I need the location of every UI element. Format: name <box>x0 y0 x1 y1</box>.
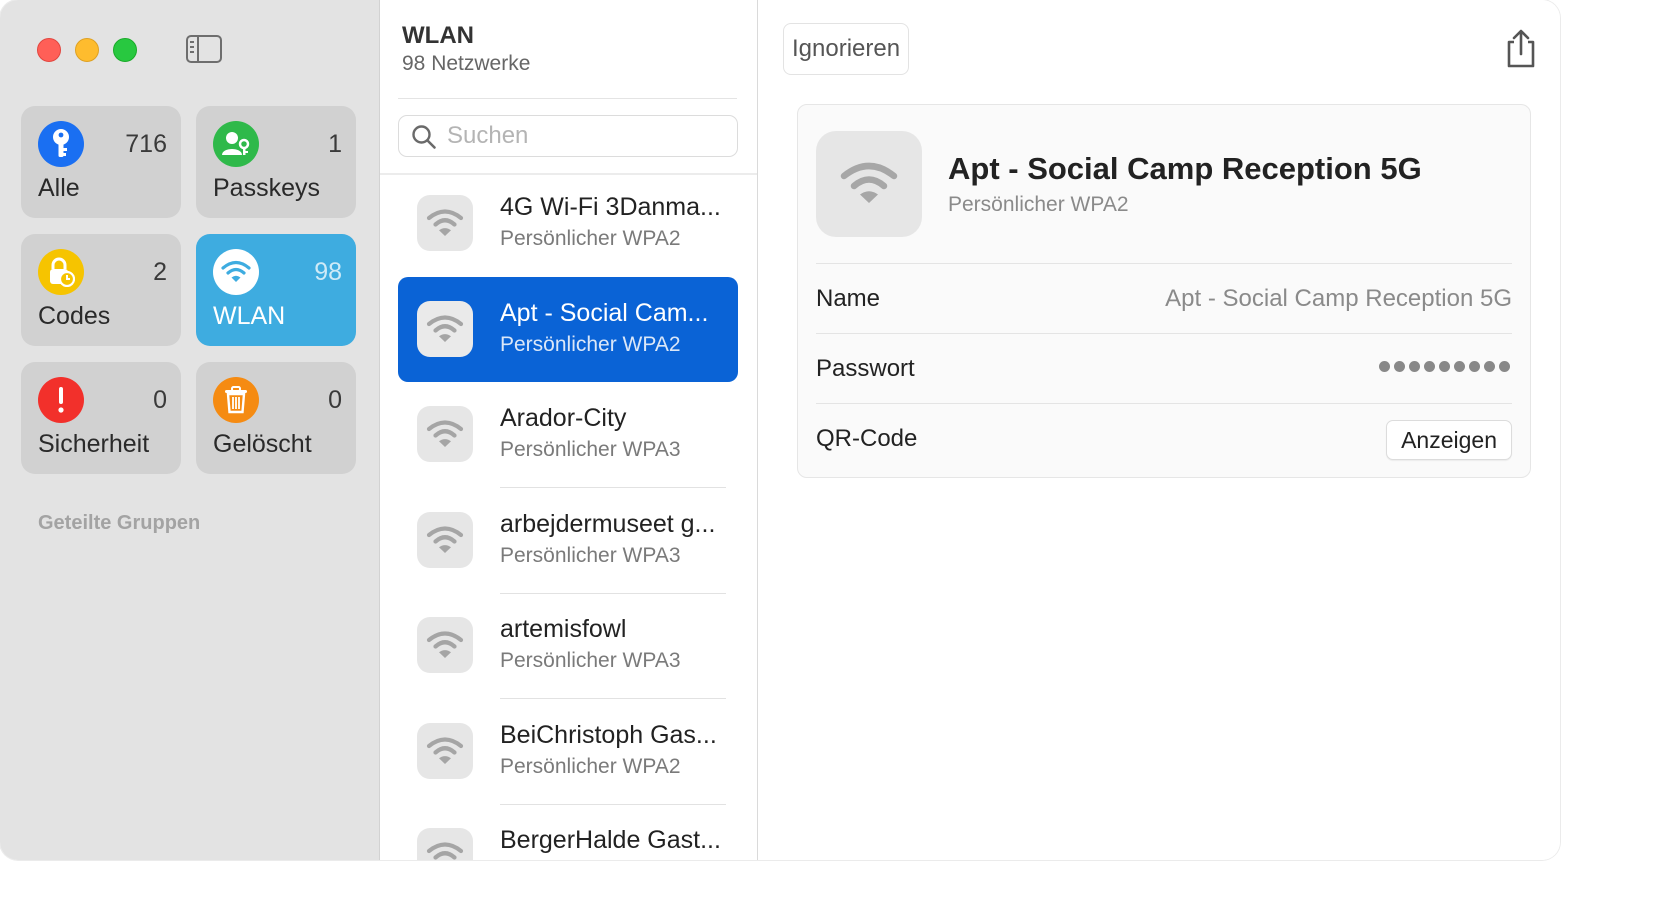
wifi-icon <box>417 617 473 673</box>
password-dot <box>1379 361 1390 372</box>
tile-label: WLAN <box>213 302 286 330</box>
network-security-type: Persönlicher WPA2 <box>500 227 681 250</box>
wifi-icon <box>816 131 922 237</box>
network-name: BergerHalde Gast... <box>500 826 721 854</box>
network-list-item[interactable]: Arador-City Persönlicher WPA3 <box>398 382 738 488</box>
share-icon[interactable] <box>1504 28 1538 68</box>
sidebar-tile-geloescht[interactable]: 0 Gelöscht <box>196 362 356 474</box>
trash-icon <box>213 377 259 423</box>
sidebar: 716 Alle 1 Passkeys 2 Codes 98 WLAN 0 Si… <box>0 0 380 860</box>
password-dot <box>1499 361 1510 372</box>
network-security-type: Persönlicher WPA2 <box>500 332 681 356</box>
name-label: Name <box>816 285 881 312</box>
wifi-icon <box>417 511 473 568</box>
wifi-icon <box>417 722 473 779</box>
search-field[interactable] <box>398 115 738 157</box>
network-name: Arador-City <box>500 404 627 432</box>
network-list-item[interactable]: BeiChristoph Gas... Persönlicher WPA2 <box>398 699 738 805</box>
key-icon <box>38 121 84 167</box>
tile-label: Alle <box>38 174 80 202</box>
password-dot <box>1394 361 1405 372</box>
password-value[interactable] <box>1379 361 1510 372</box>
sidebar-tile-codes[interactable]: 2 Codes <box>21 234 181 346</box>
tile-count: 0 <box>153 386 167 414</box>
divider <box>816 333 1512 334</box>
detail-pane: Ignorieren Apt - Social Camp Reception 5… <box>759 0 1560 860</box>
close-window-button[interactable] <box>37 38 61 62</box>
tile-count: 2 <box>153 258 167 286</box>
sidebar-tile-alle[interactable]: 716 Alle <box>21 106 181 218</box>
network-security-type: Persönlicher WPA2 <box>500 754 681 778</box>
shared-groups-heading: Geteilte Gruppen <box>38 512 201 534</box>
list-subtitle: 98 Netzwerke <box>402 52 531 75</box>
divider <box>816 263 1512 264</box>
show-qr-code-button[interactable]: Anzeigen <box>1386 420 1512 460</box>
password-dot <box>1424 361 1435 372</box>
tile-count: 98 <box>314 258 342 286</box>
password-dot <box>1439 361 1450 372</box>
network-name: BeiChristoph Gas... <box>500 720 717 749</box>
minimize-window-button[interactable] <box>75 38 99 62</box>
search-input[interactable] <box>447 121 727 151</box>
tile-label: Gelöscht <box>213 430 312 458</box>
sidebar-tile-wlan[interactable]: 98 WLAN <box>196 234 356 346</box>
password-label: Passwort <box>816 355 915 382</box>
divider <box>398 98 737 99</box>
tile-label: Sicherheit <box>38 430 150 458</box>
password-dot <box>1469 361 1480 372</box>
sidebar-tile-sicherheit[interactable]: 0 Sicherheit <box>21 362 181 474</box>
network-security-type: Persönlicher WPA3 <box>500 649 681 672</box>
wifi-icon <box>417 195 473 251</box>
network-security-type: Persönlicher WPA3 <box>500 438 681 461</box>
tile-count: 1 <box>328 130 342 158</box>
network-list-item[interactable]: arbejdermuseet g... Persönlicher WPA3 <box>398 488 738 594</box>
network-list-item[interactable]: 4G Wi-Fi 3Danma... Persönlicher WPA2 <box>398 171 738 276</box>
passwords-window: 716 Alle 1 Passkeys 2 Codes 98 WLAN 0 Si… <box>0 0 1560 860</box>
tile-label: Codes <box>38 302 111 330</box>
sidebar-toggle-icon[interactable] <box>186 35 222 63</box>
network-name: Apt - Social Cam... <box>500 298 709 327</box>
network-list-item[interactable]: artemisfowl Persönlicher WPA3 <box>398 593 738 699</box>
network-detail-card: Apt - Social Camp Reception 5G Persönlic… <box>797 104 1531 478</box>
password-dot <box>1454 361 1465 372</box>
zoom-window-button[interactable] <box>113 38 137 62</box>
network-name: 4G Wi-Fi 3Danma... <box>500 193 721 221</box>
ignore-button[interactable]: Ignorieren <box>783 23 910 75</box>
person-key-icon <box>213 121 259 167</box>
search-icon <box>412 125 436 149</box>
password-dot <box>1409 361 1420 372</box>
wifi-icon <box>417 300 473 357</box>
network-list-item[interactable]: Apt - Social Cam... Persönlicher WPA2 <box>398 276 738 382</box>
network-list-item[interactable]: BergerHalde Gast... <box>398 804 738 860</box>
wifi-icon <box>417 828 473 860</box>
tile-count: 716 <box>125 130 167 158</box>
network-name: arbejdermuseet g... <box>500 509 716 538</box>
divider <box>816 403 1512 404</box>
qr-code-label: QR-Code <box>816 425 918 452</box>
sidebar-tile-passkeys[interactable]: 1 Passkeys <box>196 106 356 218</box>
lock-clock-icon <box>38 249 84 295</box>
name-value[interactable]: Apt - Social Camp Reception 5G <box>1165 285 1512 313</box>
exclamation-icon <box>38 377 84 423</box>
network-list-pane: WLAN 98 Netzwerke 4G Wi-Fi 3Danma... Pers… <box>380 0 758 860</box>
network-security-type: Persönlicher WPA3 <box>500 543 681 567</box>
list-title: WLAN <box>402 22 474 49</box>
password-dot <box>1484 361 1495 372</box>
tile-label: Passkeys <box>213 174 320 202</box>
wifi-icon <box>417 406 473 462</box>
wifi-icon <box>213 249 259 295</box>
tile-count: 0 <box>328 386 342 414</box>
network-title: Apt - Social Camp Reception 5G <box>948 151 1422 186</box>
network-name: artemisfowl <box>500 615 627 643</box>
network-security-type: Persönlicher WPA2 <box>948 193 1129 216</box>
